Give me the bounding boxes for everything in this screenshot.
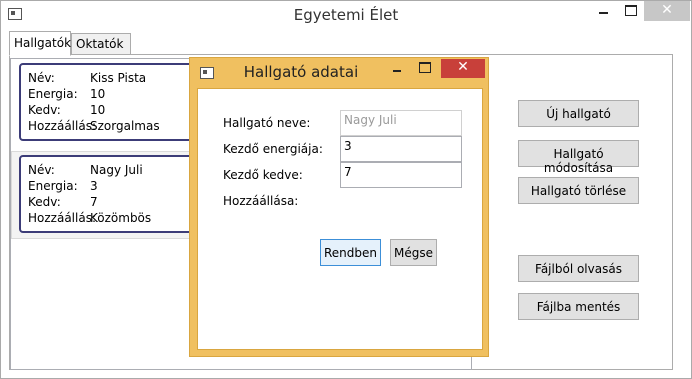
close-button[interactable]: ✕ — [644, 1, 690, 21]
field-value: Nagy Juli — [90, 163, 143, 177]
field-label: Energia: — [28, 179, 78, 193]
new-student-button[interactable]: Új hallgató — [518, 100, 639, 127]
field-label: Hozzáállás: — [28, 211, 96, 225]
dialog-maximize-icon[interactable] — [417, 58, 431, 78]
cancel-button[interactable]: Mégse — [390, 239, 437, 266]
field-label: Hozzáállás: — [28, 119, 96, 133]
mood-field[interactable]: 7 — [340, 162, 462, 188]
close-icon: ✕ — [661, 2, 673, 18]
student-dialog: Hallgató adatai ✕ Hallgató neve: Nagy Ju… — [189, 57, 489, 357]
minimize-icon[interactable] — [590, 1, 616, 21]
field-value: Kiss Pista — [90, 71, 147, 85]
field-value: Szorgalmas — [90, 119, 160, 133]
name-label: Hallgató neve: — [223, 116, 311, 130]
dialog-minimize-icon[interactable] — [390, 58, 404, 78]
list-item[interactable]: Név: Kiss Pista Energia: 10 Kedv: 10 Hoz… — [19, 63, 209, 141]
dialog-body: Hallgató neve: Nagy Juli Kezdő energiája… — [197, 88, 483, 350]
field-label: Energia: — [28, 87, 78, 101]
tab-oktatok[interactable]: Oktatók — [71, 33, 131, 55]
ok-button[interactable]: Rendben — [320, 239, 381, 266]
field-label: Kedv: — [28, 195, 61, 209]
field-label: Kedv: — [28, 103, 61, 117]
field-value: 10 — [90, 103, 106, 117]
list-item[interactable]: Név: Nagy Juli Energia: 3 Kedv: 7 Hozzáá… — [19, 155, 204, 233]
save-to-file-button[interactable]: Fájlba mentés — [518, 293, 639, 320]
dialog-close-button[interactable]: ✕ — [441, 59, 485, 78]
load-from-file-button[interactable]: Fájlból olvasás — [518, 255, 639, 282]
mood-label: Kezdő kedve: — [223, 168, 303, 182]
name-field[interactable]: Nagy Juli — [340, 110, 462, 136]
field-value: Közömbös — [90, 211, 152, 225]
window-title: Egyetemi Élet — [293, 6, 399, 24]
dialog-title: Hallgató adatai — [243, 63, 359, 81]
close-icon: ✕ — [457, 59, 469, 75]
field-value: 7 — [90, 195, 98, 209]
energy-field[interactable]: 3 — [340, 136, 462, 162]
attitude-label: Hozzáállása: — [223, 194, 299, 208]
energy-label: Kezdő energiája: — [223, 142, 323, 156]
tab-hallgatok[interactable]: Hallgatók — [9, 31, 71, 56]
field-value: 3 — [90, 179, 98, 193]
field-label: Név: — [28, 71, 55, 85]
field-value: 10 — [90, 87, 106, 101]
title-bar: Egyetemi Élet ✕ — [1, 1, 691, 29]
delete-student-button[interactable]: Hallgató törlése — [518, 177, 639, 204]
field-label: Név: — [28, 163, 55, 177]
modify-student-button[interactable]: Hallgató módosítása — [518, 140, 639, 175]
maximize-icon[interactable] — [617, 1, 643, 21]
